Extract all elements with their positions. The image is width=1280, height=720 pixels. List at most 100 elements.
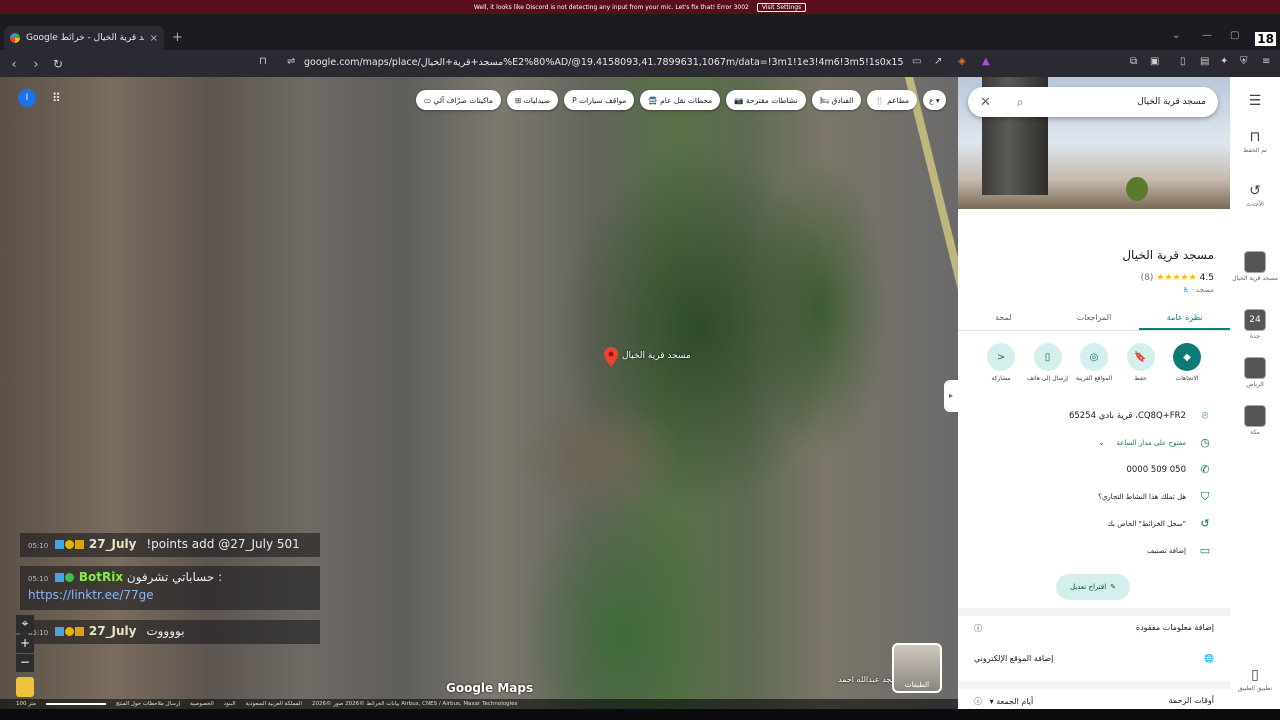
- new-tab-button[interactable]: +: [172, 30, 183, 45]
- chat-username[interactable]: BotRix: [79, 570, 123, 584]
- rail-menu[interactable]: ☰: [1230, 93, 1280, 111]
- share-button[interactable]: < مشاركة: [978, 343, 1024, 382]
- tab-close-icon[interactable]: ×: [150, 33, 158, 44]
- tab-about[interactable]: لمحة: [958, 305, 1049, 330]
- search-input[interactable]: مسجد قرية الخيال: [1034, 97, 1206, 107]
- section-divider: [958, 681, 1230, 689]
- tab-overview[interactable]: نظرة عامة: [1139, 305, 1230, 330]
- url-field[interactable]: google.com/maps/place/مسجد+قرية+الخيال%E…: [304, 57, 904, 68]
- nearby-icon: ◎: [1080, 343, 1108, 371]
- chip-parking[interactable]: P مواقف سيارات: [564, 90, 635, 110]
- place-pin[interactable]: [604, 347, 618, 367]
- account-avatar[interactable]: I: [18, 89, 36, 107]
- collapse-panel-button[interactable]: ▸: [944, 380, 958, 412]
- rail-place-2[interactable]: 24 جدة: [1230, 309, 1280, 340]
- tab-bar: Google مسجد قرية الخيال - خرائط × + ⌄ — …: [0, 14, 1280, 50]
- extensions-icon[interactable]: ⧉: [1130, 56, 1137, 67]
- bottom-bar: [0, 709, 1280, 720]
- chat-username[interactable]: 27_July: [89, 537, 137, 551]
- badge-icon: [65, 540, 75, 549]
- site-info-icon[interactable]: ⇌: [287, 56, 295, 67]
- rail-saved[interactable]: ⊓ تم الحفظ: [1230, 129, 1280, 154]
- screenshot-icon[interactable]: ▣: [1150, 56, 1159, 67]
- pin-label[interactable]: مسجد قرية الخيال: [622, 351, 691, 361]
- maximize-icon[interactable]: ▢: [1230, 30, 1239, 41]
- map-pin-icon: [604, 347, 618, 367]
- minimize-icon[interactable]: —: [1202, 30, 1212, 41]
- address-row[interactable]: ⌾ CQ8Q+FR2، قرية بادي 65254: [958, 409, 1230, 423]
- crown-icon: [75, 627, 85, 636]
- badge-icon: [55, 573, 65, 582]
- feedback-link[interactable]: إرسال ملاحظات حول المنتج: [116, 701, 180, 707]
- region-link[interactable]: المملكة العربية السعودية: [246, 701, 302, 707]
- privacy-link[interactable]: الخصوصية: [190, 701, 214, 707]
- reload-icon[interactable]: ↻: [50, 57, 66, 71]
- rail-place-1[interactable]: مسجد قرية الخيال: [1230, 251, 1280, 282]
- verified-icon: [65, 573, 75, 582]
- chat-message: 05:10 27_July بووووت: [20, 620, 320, 644]
- browser-tab[interactable]: Google مسجد قرية الخيال - خرائط ×: [4, 26, 164, 50]
- chat-username[interactable]: 27_July: [89, 624, 137, 638]
- rail-place-3[interactable]: الرياض: [1230, 357, 1280, 388]
- chip-hotels[interactable]: 🛏 الفنادق: [811, 90, 862, 110]
- chip-restaurants[interactable]: 🍴 مطاعم: [867, 90, 918, 110]
- search-box[interactable]: ✕ ⌕ مسجد قرية الخيال: [968, 87, 1218, 117]
- add-missing-row[interactable]: إضافة معلومات مفقودة ⓘ: [958, 623, 1230, 634]
- chip-more[interactable]: ع ▾: [923, 90, 946, 110]
- phone-row[interactable]: ✆ 050 509 0000: [958, 463, 1230, 476]
- chat-time: 05:10: [28, 542, 49, 550]
- tab-reviews[interactable]: المراجعات: [1049, 305, 1140, 330]
- mobile-app-icon: ▯: [1251, 667, 1259, 683]
- scale-label[interactable]: 100 متر: [16, 701, 36, 707]
- rail-place-4[interactable]: مكة: [1230, 405, 1280, 436]
- wallet-icon[interactable]: ▤: [1200, 56, 1209, 67]
- chip-transit[interactable]: 🚍 محطات نقل عام: [640, 90, 721, 110]
- cast-icon[interactable]: ▭: [912, 56, 921, 67]
- place-title: مسجد قرية الخيال: [1122, 248, 1214, 262]
- directions-button[interactable]: ◆ الاتجاهات: [1164, 343, 1210, 382]
- zoom-in-button[interactable]: +: [16, 635, 34, 653]
- terms-link[interactable]: البنود: [224, 701, 236, 707]
- close-icon[interactable]: ✕: [980, 95, 991, 110]
- rail-get-app[interactable]: ▯ تطبيق الطبيق: [1230, 667, 1280, 692]
- leo-icon[interactable]: ✦: [1220, 56, 1228, 67]
- rail-recent[interactable]: ↺ الأحدث: [1230, 183, 1280, 208]
- history-row[interactable]: ↺ "سجل الخرائط" الخاص بك: [958, 517, 1230, 530]
- busy-day-select[interactable]: أيام الجمعة ▾ ⓘ: [974, 696, 1033, 707]
- apps-grid-icon[interactable]: ⠿: [52, 91, 61, 105]
- nearby-button[interactable]: ◎ المواقع القريبة: [1071, 343, 1117, 382]
- my-location-icon[interactable]: ⌖: [16, 615, 34, 633]
- send-to-phone-button[interactable]: ▯ إرسال إلى هاتف: [1025, 343, 1071, 382]
- add-label-row[interactable]: ▭ إضافة تصنيف: [958, 544, 1230, 557]
- share-icon[interactable]: ↗: [934, 56, 942, 67]
- chip-atm[interactable]: ▭ ماكينات صرّاف آلي: [416, 90, 501, 110]
- place-thumbnail: [1244, 405, 1266, 427]
- chat-link[interactable]: https://linktr.ee/77ge: [28, 588, 312, 602]
- badge-icon: [55, 627, 65, 636]
- bookmark-icon[interactable]: ⊓: [259, 56, 267, 67]
- back-icon[interactable]: ‹: [6, 57, 22, 71]
- sidebar-icon[interactable]: ▯: [1180, 56, 1186, 67]
- layers-button[interactable]: الطبقات: [892, 643, 942, 693]
- rewards-icon[interactable]: ▲: [982, 56, 990, 67]
- satellite-map[interactable]: I ⠿ ▭ ماكينات صرّاف آلي ⊞ صيدليات P مواق…: [0, 77, 958, 709]
- brave-shield-icon[interactable]: ◈: [958, 56, 966, 67]
- search-icon[interactable]: ⌕: [1017, 95, 1024, 110]
- zoom-out-button[interactable]: −: [16, 654, 34, 672]
- chip-things-to-do[interactable]: 📷 نشاطات مقترحة: [726, 90, 806, 110]
- review-count[interactable]: (8): [1141, 273, 1154, 283]
- bed-icon: 🛏: [819, 95, 830, 105]
- tab-title: Google مسجد قرية الخيال - خرائط: [26, 33, 144, 43]
- save-button[interactable]: 🔖 حفظ: [1118, 343, 1164, 382]
- street-view-pegman-icon[interactable]: [16, 677, 34, 697]
- add-website-row[interactable]: 🌐 إضافة الموقع الإلكتروني: [958, 654, 1230, 663]
- claim-row[interactable]: ⛉ هل تملك هذا النشاط التجاري؟: [958, 490, 1230, 504]
- chip-pharmacies[interactable]: ⊞ صيدليات: [506, 90, 559, 110]
- tab-list-chevron-icon[interactable]: ⌄: [1172, 30, 1180, 41]
- hours-row[interactable]: ◷ مفتوح على مدار الساعة ⌄: [958, 436, 1230, 449]
- menu-icon[interactable]: ≡: [1262, 56, 1270, 67]
- vpn-icon[interactable]: ⛨: [1240, 56, 1248, 67]
- forward-icon[interactable]: ›: [28, 57, 44, 71]
- visit-settings-button[interactable]: Visit Settings: [756, 2, 807, 12]
- suggest-edit-button[interactable]: ✎ اقتراح تعديل: [1056, 574, 1130, 600]
